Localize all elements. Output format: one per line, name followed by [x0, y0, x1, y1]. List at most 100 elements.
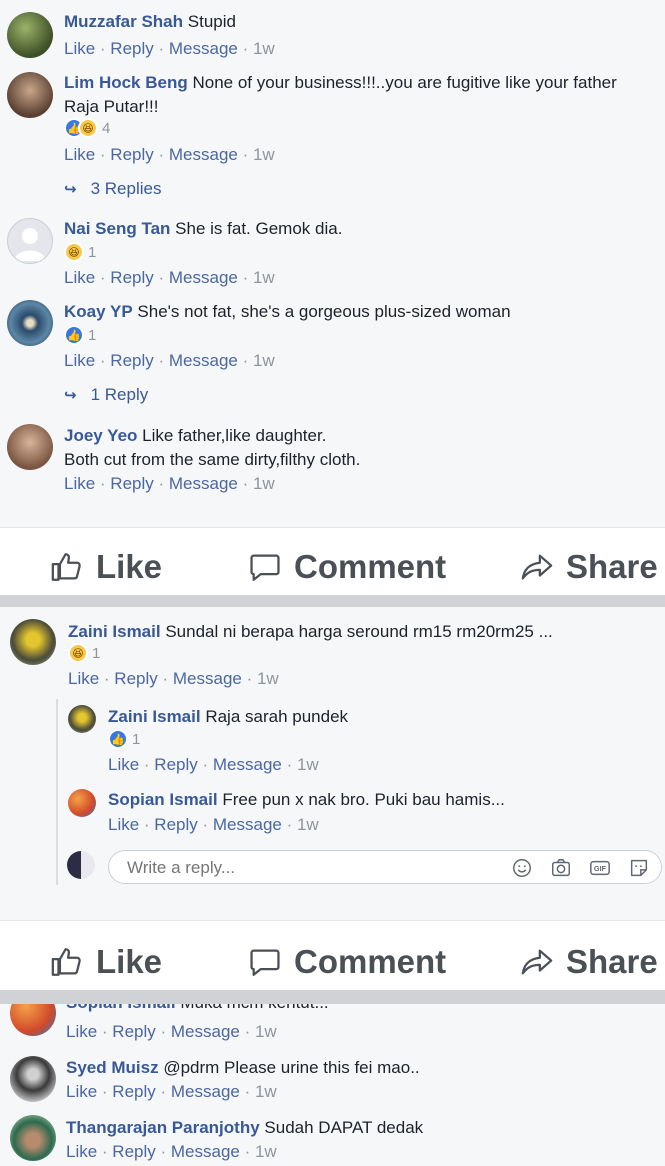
timestamp[interactable]: 1w	[253, 351, 275, 370]
avatar[interactable]	[10, 1056, 56, 1102]
reply-link[interactable]: Reply	[110, 268, 153, 287]
camera-icon[interactable]	[550, 857, 572, 879]
timestamp[interactable]: 1w	[255, 1082, 277, 1101]
reply-link[interactable]: Reply	[110, 351, 153, 370]
commenter-name[interactable]: Thangarajan Paranjothy	[66, 1118, 260, 1137]
reaction-count: 1	[132, 730, 141, 748]
comment-actions: Like · Reply · Message · 1w	[68, 669, 279, 688]
gif-icon[interactable]: GIF	[589, 857, 611, 879]
message-link[interactable]: Message	[171, 1022, 240, 1041]
commenter-name[interactable]: Zaini Ismail	[68, 622, 161, 641]
reply-thread-line	[56, 699, 58, 885]
comment-text: Syed Muisz @pdrm Please urine this fei m…	[66, 1057, 420, 1079]
comment-bubble-icon	[250, 554, 280, 581]
message-link[interactable]: Message	[169, 351, 238, 370]
message-link[interactable]: Message	[173, 669, 242, 688]
comment-body: None of your business!!!..you are fugiti…	[192, 73, 617, 92]
commenter-name[interactable]: Muzzafar Shah	[64, 12, 183, 31]
like-button[interactable]: Like	[50, 548, 162, 586]
comment-button[interactable]: Comment	[248, 943, 446, 981]
like-link[interactable]: Like	[66, 1142, 97, 1161]
avatar[interactable]	[7, 424, 53, 470]
share-arrow-icon	[521, 554, 553, 580]
comment-button[interactable]: Comment	[248, 548, 446, 586]
reaction-summary[interactable]: 😆 1	[68, 643, 100, 663]
timestamp[interactable]: 1w	[297, 755, 319, 774]
like-link[interactable]: Like	[64, 145, 95, 164]
timestamp[interactable]: 1w	[297, 815, 319, 834]
like-link[interactable]: Like	[108, 755, 139, 774]
like-link[interactable]: Like	[64, 351, 95, 370]
reply-link[interactable]: Reply	[112, 1142, 155, 1161]
avatar[interactable]	[10, 1115, 56, 1161]
reaction-summary[interactable]: 👍 1	[64, 325, 96, 345]
view-replies-link[interactable]: ↪ 1 Reply	[64, 385, 148, 405]
like-link[interactable]: Like	[66, 1022, 97, 1041]
commenter-name[interactable]: Syed Muisz	[66, 1058, 159, 1077]
like-link[interactable]: Like	[64, 474, 95, 493]
reply-input-box[interactable]: GIF	[108, 850, 662, 884]
timestamp[interactable]: 1w	[253, 474, 275, 493]
timestamp[interactable]: 1w	[253, 145, 275, 164]
message-link[interactable]: Message	[169, 474, 238, 493]
message-link[interactable]: Message	[169, 145, 238, 164]
timestamp[interactable]: 1w	[255, 1022, 277, 1041]
commenter-name[interactable]: Koay YP	[64, 302, 133, 321]
reply-link[interactable]: Reply	[110, 474, 153, 493]
like-link[interactable]: Like	[66, 1082, 97, 1101]
avatar[interactable]	[7, 300, 53, 346]
commenter-name[interactable]: Joey Yeo	[64, 426, 137, 445]
post-action-bar: Like Comment Share	[0, 527, 665, 596]
message-link[interactable]: Message	[169, 268, 238, 287]
like-link[interactable]: Like	[64, 39, 95, 58]
like-link[interactable]: Like	[68, 669, 99, 688]
like-link[interactable]: Like	[64, 268, 95, 287]
like-link[interactable]: Like	[108, 815, 139, 834]
timestamp[interactable]: 1w	[257, 669, 279, 688]
replier-name[interactable]: Sopian Ismail	[108, 790, 218, 809]
reply-link[interactable]: Reply	[154, 815, 197, 834]
reply-link[interactable]: Reply	[110, 145, 153, 164]
reaction-summary[interactable]: 👍 😆 4	[64, 118, 110, 138]
replier-name[interactable]: Zaini Ismail	[108, 707, 201, 726]
commenter-name[interactable]: Sopian Ismail	[66, 1004, 176, 1012]
avatar[interactable]	[7, 12, 53, 58]
reply-link[interactable]: Reply	[112, 1022, 155, 1041]
reply-link[interactable]: Reply	[154, 755, 197, 774]
view-replies-link[interactable]: ↪ 3 Replies	[64, 179, 161, 199]
replies-count: 3 Replies	[90, 179, 162, 198]
share-button[interactable]: Share	[520, 548, 658, 586]
message-link[interactable]: Message	[169, 39, 238, 58]
commenter-name[interactable]: Lim Hock Beng	[64, 73, 188, 92]
reply-link[interactable]: Reply	[114, 669, 157, 688]
like-button[interactable]: Like	[50, 943, 162, 981]
timestamp[interactable]: 1w	[255, 1142, 277, 1161]
message-link[interactable]: Message	[213, 755, 282, 774]
sticker-icon[interactable]	[628, 857, 650, 879]
timestamp[interactable]: 1w	[253, 268, 275, 287]
commenter-name[interactable]: Nai Seng Tan	[64, 219, 170, 238]
share-button[interactable]: Share	[520, 943, 658, 981]
reply-link[interactable]: Reply	[110, 39, 153, 58]
avatar[interactable]	[7, 218, 53, 264]
avatar[interactable]	[68, 705, 96, 733]
haha-reaction-icon: 😆	[78, 118, 98, 138]
like-label: Like	[96, 943, 163, 980]
avatar[interactable]	[10, 619, 56, 665]
reaction-summary[interactable]: 👍 1	[108, 729, 140, 749]
like-label: Like	[96, 548, 163, 585]
reply-link[interactable]: Reply	[112, 1082, 155, 1101]
message-link[interactable]: Message	[171, 1142, 240, 1161]
message-link[interactable]: Message	[171, 1082, 240, 1101]
message-link[interactable]: Message	[213, 815, 282, 834]
comment-body: Sudah DAPAT dedak	[264, 1118, 424, 1137]
emoji-icon[interactable]	[511, 857, 533, 879]
reply-input[interactable]	[125, 857, 489, 879]
timestamp[interactable]: 1w	[253, 39, 275, 58]
avatar[interactable]	[7, 72, 53, 118]
reaction-summary[interactable]: 😆 1	[64, 242, 96, 262]
avatar[interactable]	[10, 1004, 56, 1036]
comment-text: Muzzafar Shah Stupid	[64, 11, 236, 33]
reply-text: Sopian Ismail Free pun x nak bro. Puki b…	[108, 789, 505, 811]
avatar[interactable]	[68, 789, 96, 817]
